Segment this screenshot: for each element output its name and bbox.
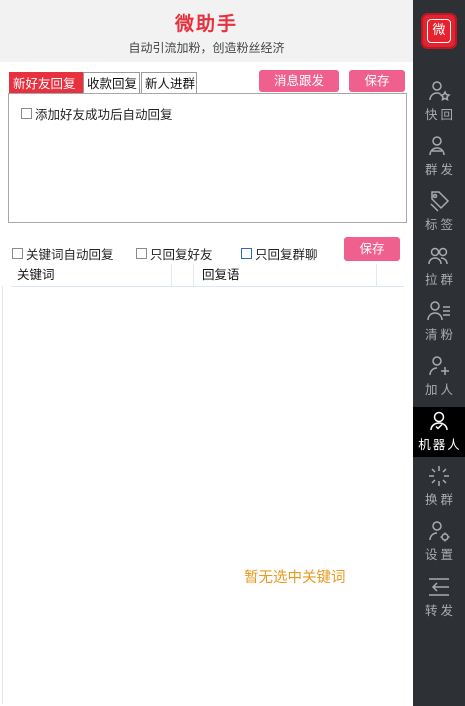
sidebar-item-label: 快回	[424, 107, 456, 122]
sidebar-item-label: 换群	[424, 492, 456, 507]
groups-only-option[interactable]: 只回复群聊	[241, 244, 318, 263]
sidebar-item-label: 标签	[424, 217, 456, 232]
app-header: 微助手 自动引流加粉，创造粉丝经济	[0, 0, 413, 62]
app-title: 微助手	[174, 13, 238, 35]
sidebar-item-tags[interactable]: 标签	[413, 187, 465, 237]
app-logo: 微	[421, 13, 457, 49]
keyword-auto-reply-option[interactable]: 关键词自动回复	[12, 244, 114, 263]
group-pull-icon	[428, 247, 448, 265]
add-friend-auto-reply-option[interactable]: 添加好友成功后自动回复	[21, 104, 173, 123]
sidebar-item-clean-fans[interactable]: 清粉	[413, 297, 465, 347]
sidebar-item-forward[interactable]: 转发	[413, 573, 465, 623]
friends-only-checkbox[interactable]	[136, 248, 147, 259]
groups-only-checkbox[interactable]	[241, 248, 252, 259]
app-subtitle: 自动引流加粉，创造粉丝经济	[128, 41, 285, 55]
user-gear-icon	[429, 521, 450, 542]
sidebar-item-robot[interactable]: 机器人	[413, 407, 465, 457]
keyword-table-header: 关键词 回复语	[11, 264, 404, 287]
sidebar-item-label: 加人	[424, 382, 456, 397]
sidebar-item-switch-group[interactable]: 换群	[413, 462, 465, 512]
reply-content-box[interactable]: 添加好友成功后自动回复	[8, 93, 407, 223]
robot-icon	[430, 411, 448, 431]
save-button[interactable]: 保存	[349, 70, 405, 92]
column-reply[interactable]: 回复语	[202, 264, 240, 286]
keyword-save-button[interactable]: 保存	[344, 237, 400, 261]
friends-only-option[interactable]: 只回复好友	[136, 244, 213, 263]
user-list-icon	[427, 301, 450, 321]
table-left-border	[2, 286, 3, 704]
logo-glyph: 微	[427, 19, 451, 43]
column-keyword[interactable]: 关键词	[17, 264, 55, 286]
user-add-icon	[429, 356, 449, 376]
column-divider	[193, 264, 194, 286]
message-follow-button[interactable]: 消息跟发	[259, 70, 339, 92]
tag-icon	[430, 191, 450, 212]
column-divider	[376, 264, 377, 286]
sidebar-item-label: 清粉	[424, 327, 456, 342]
sidebar-item-label: 群发	[424, 162, 456, 177]
sparkle-icon	[429, 466, 449, 486]
sidebar: 微 快回 群发 标签 拉群 清粉 加人 机器人 换群 设置 转发	[413, 0, 465, 706]
tab-payment-reply[interactable]: 收款回复	[83, 72, 140, 93]
sidebar-item-mass-send[interactable]: 群发	[413, 132, 465, 182]
sidebar-item-label: 转发	[424, 603, 456, 618]
add-friend-auto-reply-label: 添加好友成功后自动回复	[35, 107, 173, 122]
keyword-auto-reply-checkbox[interactable]	[12, 248, 23, 259]
add-friend-auto-reply-checkbox[interactable]	[21, 108, 32, 119]
forward-icon	[429, 578, 449, 596]
users-send-icon	[429, 136, 445, 156]
sidebar-item-label: 拉群	[424, 272, 456, 287]
friends-only-label: 只回复好友	[150, 247, 213, 262]
sidebar-item-pull-group[interactable]: 拉群	[413, 242, 465, 292]
keyword-auto-reply-label: 关键词自动回复	[26, 247, 114, 262]
column-divider	[171, 264, 172, 286]
groups-only-label: 只回复群聊	[255, 247, 318, 262]
sidebar-item-label: 机器人	[418, 437, 462, 452]
sidebar-item-add-people[interactable]: 加人	[413, 352, 465, 402]
sidebar-item-label: 设置	[424, 547, 456, 562]
tab-new-friend-reply[interactable]: 新好友回复	[9, 72, 83, 93]
empty-state-message: 暂无选中关键词	[244, 570, 346, 586]
user-star-icon	[429, 81, 451, 101]
sidebar-item-settings[interactable]: 设置	[413, 517, 465, 567]
sidebar-item-quick-reply[interactable]: 快回	[413, 77, 465, 127]
tab-new-member-join[interactable]: 新人进群	[141, 72, 197, 93]
main-panel: 微助手 自动引流加粉，创造粉丝经济 新好友回复 收款回复 新人进群 消息跟发 保…	[0, 0, 413, 706]
